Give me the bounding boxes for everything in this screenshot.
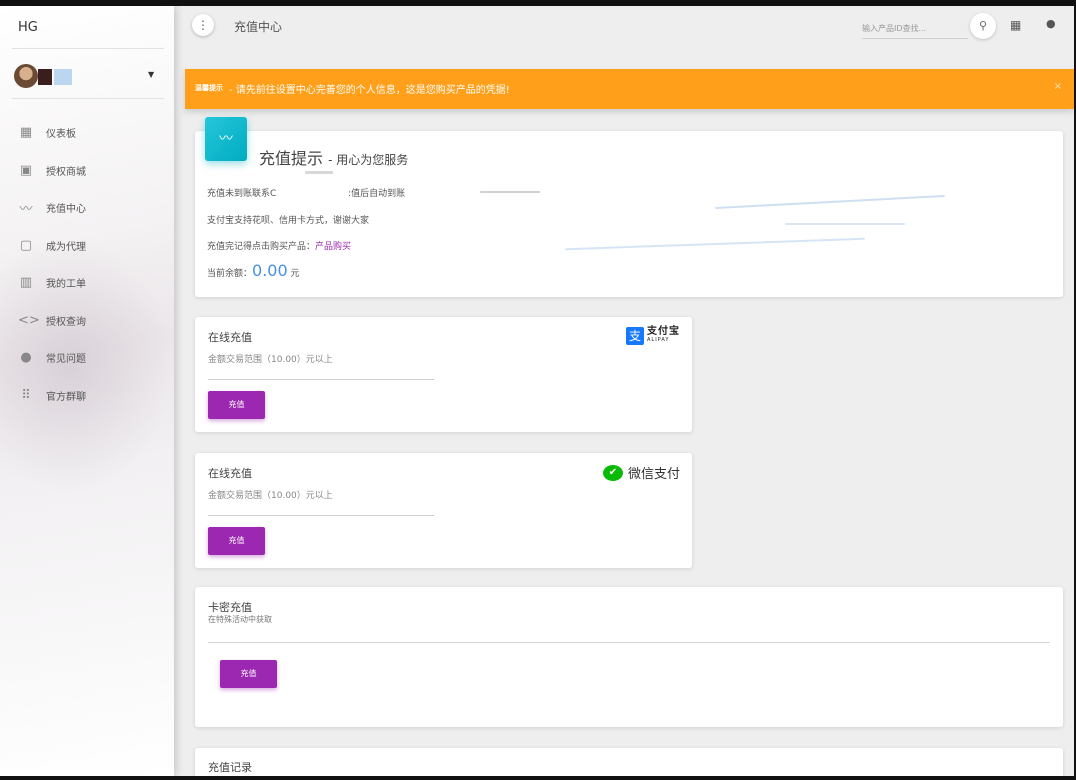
title-underline: [305, 171, 333, 174]
top-bar: ⋮ 充值中心 ⚲ ▦ ●: [174, 6, 1074, 50]
search-field: [862, 16, 968, 39]
notice-line-1a: 充值未到账联系C: [207, 189, 277, 199]
notice-line-1b: :值后自动到账: [348, 189, 406, 199]
notice-line-2: 支付宝支持花呗、信用卡方式，谢谢大家: [207, 216, 370, 226]
close-icon[interactable]: ×: [1054, 81, 1062, 92]
balance-label: 当前余额：: [207, 269, 253, 279]
records-title: 充值记录: [208, 761, 252, 774]
decorative-streak: [480, 191, 540, 193]
wechat-title: 在线充值: [208, 467, 252, 480]
sidebar-item-label: 我的工单: [46, 279, 86, 291]
alipay-recharge-card: 在线充值 金额交易范围（10.00）元以上 充值 支 支付宝 ALIPAY: [195, 317, 692, 432]
card-title: 充值提示 - 用心为您服务: [259, 145, 408, 169]
wechat-pay-logo: ✔ 微信支付: [602, 463, 680, 482]
username-redacted-2: [54, 69, 72, 85]
sidebar-item-label: 仪表板: [46, 129, 76, 141]
alert-message: - 请先前往设置中心完善您的个人信息，这是您购买产品的凭据!: [229, 85, 510, 96]
wechat-recharge-button[interactable]: 充值: [208, 527, 265, 555]
sidebar-divider: [12, 48, 164, 49]
sidebar-item-group-chat[interactable]: ⠿ 官方群聊: [0, 377, 174, 415]
sidebar-item-dashboard[interactable]: ▦ 仪表板: [0, 114, 174, 152]
app-frame: HG ▼ ▦ 仪表板 ▣ 授权商城 〰 充值中心 ▢ 成为代理 ▥ 我的工单 <…: [0, 6, 1074, 776]
notice-subtitle: - 用心为您服务: [328, 153, 409, 167]
amount-input-line[interactable]: [208, 515, 434, 516]
decorative-streak: [785, 223, 905, 225]
card-key-input-line[interactable]: [208, 642, 1050, 643]
sidebar-item-label: 官方群聊: [46, 391, 86, 403]
alipay-icon: 支: [626, 327, 644, 345]
sidebar-item-label: 成为代理: [46, 241, 86, 253]
warning-alert: 温馨提示 - 请先前往设置中心完善您的个人信息，这是您购买产品的凭据! ×: [185, 69, 1074, 109]
location-pin-icon: ●: [20, 350, 32, 366]
alipay-logo-cn: 支付宝: [647, 326, 680, 337]
notice-line-3-prefix: 充值完记得点击购买产品：: [207, 242, 316, 252]
alipay-recharge-button[interactable]: 充值: [208, 391, 265, 419]
trend-icon: 〰: [205, 117, 247, 161]
notice-line-3: 充值完记得点击购买产品：产品购买: [207, 239, 351, 252]
card-key-recharge-button[interactable]: 充值: [220, 660, 277, 688]
wechat-logo-text: 微信支付: [627, 467, 680, 482]
avatar[interactable]: [14, 64, 38, 88]
page-title: 充值中心: [234, 20, 283, 34]
trend-icon: 〰: [19, 202, 33, 218]
apps-grid-icon: ⠿: [21, 387, 31, 403]
notice-line-1: 充值未到账联系C :值后自动到账: [207, 186, 405, 199]
sidebar-item-label: 授权商城: [46, 166, 86, 178]
wechat-icon: ✔: [602, 464, 623, 481]
sidebar-item-label: 充值中心: [46, 204, 86, 216]
alipay-title: 在线充值: [208, 331, 252, 344]
balance-value: 0.00: [252, 261, 288, 280]
alipay-wordmark: 支付宝 ALIPAY: [647, 327, 680, 345]
code-icon: <>: [18, 312, 40, 328]
buy-product-link[interactable]: 产品购买: [315, 242, 351, 252]
sidebar-item-label: 常见问题: [46, 354, 86, 366]
user-icon[interactable]: ●: [1046, 17, 1056, 30]
sidebar-item-faq[interactable]: ● 常见问题: [0, 339, 174, 377]
alert-title: 温馨提示: [195, 84, 223, 92]
card-key-recharge-card: 卡密充值 在特殊活动中获取 充值: [195, 587, 1063, 727]
clipboard-icon: ▢: [19, 237, 33, 253]
wechat-range: 金额交易范围（10.00）元以上: [208, 491, 333, 501]
sidebar-item-agent[interactable]: ▢ 成为代理: [0, 227, 174, 265]
search-icon[interactable]: ⚲: [970, 13, 996, 39]
decorative-streak: [565, 237, 865, 251]
sidebar-item-tickets[interactable]: ▥ 我的工单: [0, 264, 174, 302]
sidebar-divider: [12, 98, 164, 99]
decorative-streak: [715, 194, 945, 210]
more-vertical-icon[interactable]: ⋮: [192, 14, 214, 36]
sidebar: HG ▼ ▦ 仪表板 ▣ 授权商城 〰 充值中心 ▢ 成为代理 ▥ 我的工单 <…: [0, 6, 174, 776]
amount-input-line[interactable]: [208, 379, 434, 380]
sidebar-item-label: 授权查询: [46, 316, 86, 328]
notice-title: 充值提示: [259, 149, 324, 168]
balance-unit: 元: [290, 269, 300, 279]
card-key-title: 卡密充值: [208, 601, 252, 614]
user-menu-caret-icon[interactable]: ▼: [148, 70, 154, 79]
alipay-range: 金额交易范围（10.00）元以上: [208, 355, 333, 365]
brand-logo[interactable]: HG: [18, 20, 38, 35]
sidebar-item-license-query[interactable]: <> 授权查询: [0, 302, 174, 340]
store-icon: ▣: [19, 162, 33, 178]
building-icon: ▥: [19, 275, 33, 291]
sidebar-item-recharge[interactable]: 〰 充值中心: [0, 189, 174, 227]
dashboard-icon: ▦: [19, 125, 33, 141]
search-input[interactable]: [862, 22, 962, 35]
dashboard-grid-icon[interactable]: ▦: [1010, 18, 1021, 32]
alipay-logo-en: ALIPAY: [647, 337, 670, 343]
username-redacted: [38, 69, 52, 85]
sidebar-item-store[interactable]: ▣ 授权商城: [0, 152, 174, 190]
wechat-recharge-card: 在线充值 金额交易范围（10.00）元以上 充值 ✔ 微信支付: [195, 453, 692, 568]
alipay-logo: 支 支付宝 ALIPAY: [626, 327, 680, 345]
sidebar-nav: ▦ 仪表板 ▣ 授权商城 〰 充值中心 ▢ 成为代理 ▥ 我的工单 <> 授权查…: [0, 114, 174, 414]
card-key-subtitle: 在特殊活动中获取: [208, 615, 272, 624]
recharge-notice-card: 〰 充值提示 - 用心为您服务 充值未到账联系C :值后自动到账 支付宝支持花呗…: [195, 117, 1063, 297]
balance-row: 当前余额：0.00 元: [207, 261, 300, 280]
recharge-records-card: 充值记录: [195, 748, 1063, 776]
